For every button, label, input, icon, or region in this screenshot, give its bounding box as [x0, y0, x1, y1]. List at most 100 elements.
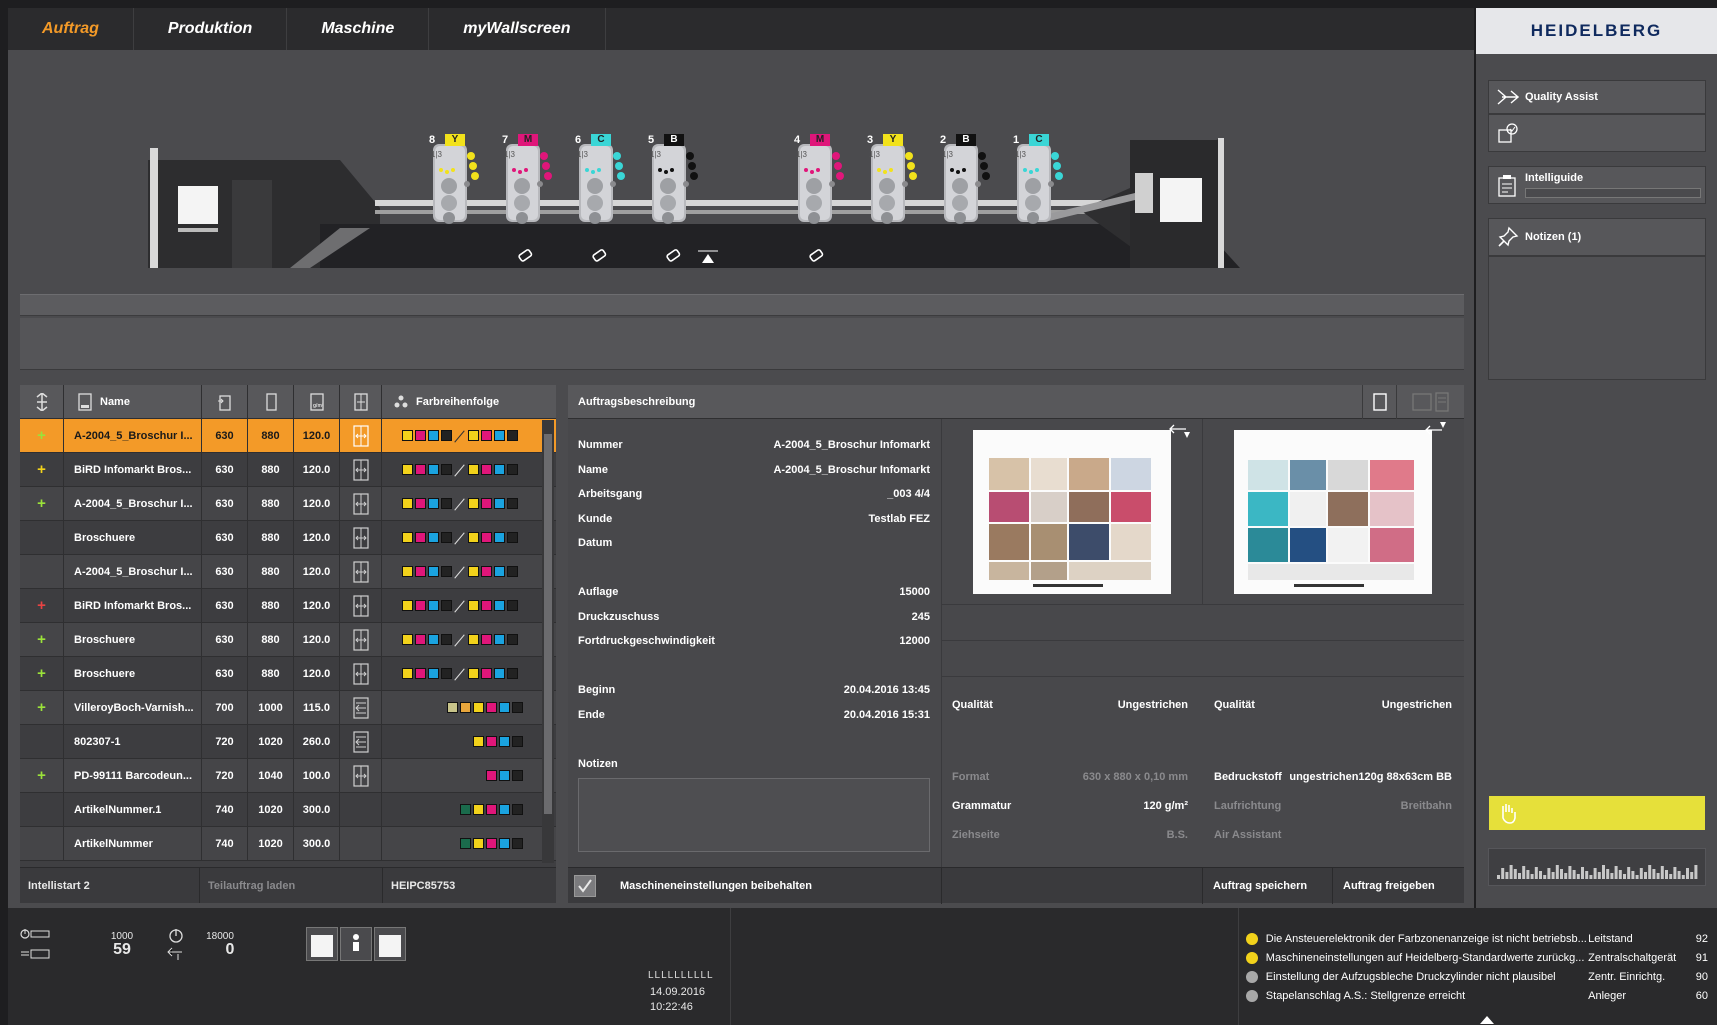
ink-swatch [467, 430, 479, 441]
top-nav: Auftrag Produktion Maschine myWallscreen [8, 8, 1474, 50]
unit-sub-label: 1|3 [504, 150, 515, 159]
sheet-height: 880 [248, 623, 294, 656]
double-page-view-button[interactable] [1396, 385, 1464, 419]
printing-unit[interactable]: 7 M 1|3 [500, 134, 556, 226]
printing-unit[interactable]: 1 C 1|3 [1011, 134, 1067, 226]
message-item[interactable]: Die Ansteuerelektronik der Farbzonenanze… [1246, 930, 1708, 948]
message-item[interactable]: Einstellung der Aufzugsbleche Druckzylin… [1246, 968, 1708, 986]
column-height[interactable] [248, 385, 294, 418]
ink-zone-bar [1652, 869, 1656, 879]
column-grammage[interactable]: g/m² [294, 385, 340, 418]
sheet-height: 880 [248, 555, 294, 588]
ink-swatch [414, 668, 426, 679]
unit-ink-color: B [664, 134, 684, 146]
keep-settings-checkbox[interactable] [574, 875, 596, 897]
release-job-button[interactable]: Auftrag freigeben [1332, 868, 1464, 904]
table-row[interactable]: + A-2004_5_Broschur I... 630 880 120.0 [20, 487, 556, 521]
save-job-button[interactable]: Auftrag speichern [1202, 868, 1332, 904]
ink-swatch [493, 668, 505, 679]
table-row[interactable]: ArtikelNummer 740 1020 300.0 [20, 827, 556, 861]
ink-swatch [512, 838, 523, 849]
notes-button[interactable]: Notizen (1) [1488, 218, 1706, 256]
printing-unit[interactable]: 6 C 1|3 [573, 134, 629, 226]
table-row[interactable]: + Broschuere 630 880 120.0 [20, 623, 556, 657]
printing-unit[interactable]: 2 B 1|3 [938, 134, 994, 226]
gripper-edge-icon [1169, 424, 1190, 438]
ink-zone-bar [1547, 868, 1551, 879]
ink-swatch [460, 838, 471, 849]
column-color-order-label: Farbreihenfolge [416, 395, 500, 408]
table-row[interactable]: + PD-99111 Barcodeun... 720 1040 100.0 [20, 759, 556, 793]
table-row[interactable]: + Broschuere 630 880 120.0 [20, 657, 556, 691]
back-side-preview[interactable] [1234, 430, 1432, 594]
column-width[interactable] [202, 385, 248, 418]
printing-unit[interactable]: 4 M 1|3 [792, 134, 848, 226]
sheet-width: 630 [202, 487, 248, 520]
table-row-selected[interactable]: + A-2004_5_Broschur I... 630 880 120.0 [20, 419, 556, 453]
notes-textarea[interactable] [578, 778, 930, 852]
table-row[interactable]: ArtikelNummer.1 740 1020 300.0 [20, 793, 556, 827]
printing-unit[interactable]: 3 Y 1|3 [865, 134, 921, 226]
tab-maschine[interactable]: Maschine [287, 8, 430, 50]
quality-assist-button[interactable]: Quality Assist [1488, 80, 1706, 114]
printing-unit[interactable]: 8 Y 1|3 [427, 134, 483, 226]
quality-report-button[interactable] [1488, 114, 1706, 152]
expand-messages-icon[interactable] [1478, 1013, 1496, 1025]
washing-device-icon[interactable] [590, 246, 608, 269]
paper-field-row: Qualität Ungestrichen [1214, 697, 1452, 713]
job-description-footer: Maschineneinstellungen beibehalten Auftr… [568, 867, 1464, 904]
ink-swatch [506, 600, 518, 611]
table-row[interactable]: + VilleroyBoch-Varnish... 700 1000 115.0 [20, 691, 556, 725]
ink-zone-bar [1530, 874, 1534, 879]
washing-device-icon[interactable] [807, 246, 825, 269]
table-row[interactable]: + BiRD Infomarkt Bros... 630 880 120.0 [20, 589, 556, 623]
grammage: 120.0 [294, 521, 340, 554]
tab-produktion[interactable]: Produktion [134, 8, 288, 50]
job-list-scrollbar[interactable] [542, 420, 554, 863]
ink-swatch [440, 668, 452, 679]
ink-swatch [480, 498, 492, 509]
field-label: Ende [578, 708, 605, 721]
front-side-preview[interactable] [973, 430, 1171, 594]
washing-device-icon[interactable] [516, 246, 534, 269]
load-subjob-button[interactable]: Teilauftrag laden [200, 868, 383, 903]
ink-swatch [440, 430, 452, 441]
message-item[interactable]: Stapelanschlag A.S.: Stellgrenze erreich… [1246, 987, 1708, 1005]
sheet-width: 630 [202, 521, 248, 554]
intelliguide-progress [1525, 188, 1701, 198]
tab-auftrag[interactable]: Auftrag [8, 8, 134, 50]
washing-device-icon[interactable] [664, 246, 682, 269]
table-row[interactable]: A-2004_5_Broschur I... 630 880 120.0 [20, 555, 556, 589]
sort-icon[interactable] [20, 385, 64, 418]
ink-swatch [440, 566, 452, 577]
scrollbar-thumb[interactable] [544, 434, 552, 814]
job-name: ArtikelNummer [64, 827, 202, 860]
color-sequence [382, 589, 537, 622]
perfecting-icon [340, 657, 382, 690]
press-strip [20, 294, 1464, 316]
tab-mywallscreen[interactable]: myWallscreen [429, 8, 606, 50]
delivery-pile-button[interactable] [306, 927, 338, 961]
printing-unit[interactable]: 5 B 1|3 [646, 134, 702, 226]
color-sequence [382, 623, 537, 656]
table-row[interactable]: 802307-1 720 1020 260.0 [20, 725, 556, 759]
color-sequence [382, 657, 537, 690]
table-row[interactable]: Broschuere 630 880 120.0 [20, 521, 556, 555]
message-item[interactable]: Maschineneinstellungen auf Heidelberg-St… [1246, 949, 1708, 967]
feeder-pile-button[interactable] [374, 927, 406, 961]
table-row[interactable]: + BiRD Infomarkt Bros... 630 880 120.0 [20, 453, 556, 487]
ink-zone-bar [1593, 868, 1597, 879]
sheet-height: 880 [248, 419, 294, 452]
column-turning[interactable] [340, 385, 382, 418]
intelliguide-button[interactable]: Intelliguide [1488, 166, 1706, 204]
message-number: 91 [1695, 952, 1708, 964]
ink-swatch [440, 464, 452, 475]
single-page-view-button[interactable] [1362, 385, 1396, 419]
intellistart-button[interactable]: Intellistart 2 [20, 868, 200, 903]
ink-zone-profile [1488, 848, 1706, 886]
wash-up-button[interactable] [1489, 796, 1705, 830]
center-pile-button[interactable] [340, 927, 372, 961]
side-separator [454, 532, 466, 544]
column-name[interactable]: Name [64, 385, 202, 418]
column-color-order[interactable]: Farbreihenfolge [382, 385, 537, 418]
